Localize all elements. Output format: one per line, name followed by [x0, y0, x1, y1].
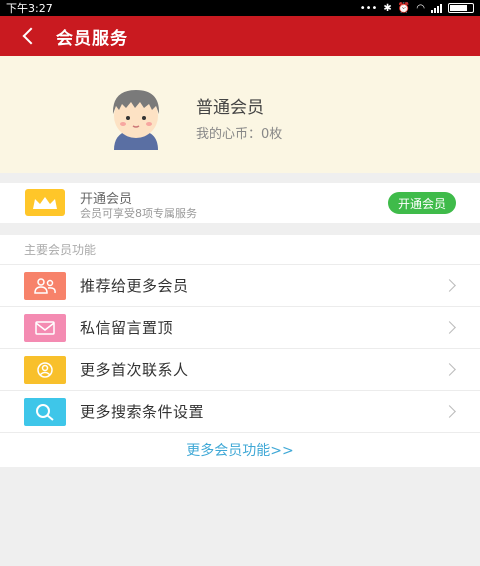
signal-icon: [431, 3, 442, 13]
bluetooth-icon: ✱: [383, 2, 392, 14]
back-arrow-icon: [22, 27, 40, 45]
battery-icon: [448, 3, 474, 13]
open-membership-button[interactable]: 开通会员: [387, 192, 456, 214]
feature-row-recommend[interactable]: 推荐给更多会员: [0, 265, 480, 307]
people-icon: [24, 272, 66, 300]
feature-label: 更多首次联系人: [80, 361, 189, 379]
avatar: [112, 90, 160, 150]
search-icon: [24, 398, 66, 426]
page-title: 会员服务: [56, 28, 128, 49]
chevron-right-icon: [443, 321, 456, 334]
contact-icon: [24, 356, 66, 384]
chevron-right-icon: [443, 405, 456, 418]
crown-icon: [25, 189, 65, 216]
member-level: 普通会员: [196, 98, 264, 118]
feature-label: 推荐给更多会员: [80, 277, 189, 295]
divider: [0, 223, 480, 235]
status-icons: ••• ✱ ⏰ ◠: [360, 3, 474, 14]
feature-row-search[interactable]: 更多搜索条件设置: [0, 391, 480, 433]
envelope-icon: [24, 314, 66, 342]
chevron-right-icon: [443, 279, 456, 292]
chevron-right-icon: [443, 363, 456, 376]
feature-row-contacts[interactable]: 更多首次联系人: [0, 349, 480, 391]
more-dots-icon: •••: [359, 2, 378, 14]
feature-label: 私信留言置顶: [80, 319, 174, 337]
back-button[interactable]: [0, 16, 56, 56]
open-membership-subtitle: 会员可享受8项专属服务: [80, 207, 197, 220]
feature-row-message-pin[interactable]: 私信留言置顶: [0, 307, 480, 349]
status-time: 下午3:27: [6, 2, 53, 15]
open-membership-row[interactable]: 开通会员 会员可享受8项专属服务 开通会员: [0, 183, 480, 223]
app-bar: 会员服务: [0, 16, 480, 56]
profile-card: 普通会员 我的心币：0枚: [0, 56, 480, 173]
more-features-link[interactable]: 更多会员功能>>: [0, 433, 480, 467]
feature-label: 更多搜索条件设置: [80, 403, 205, 421]
alarm-icon: ⏰: [397, 2, 411, 14]
section-header: 主要会员功能: [0, 235, 480, 265]
wifi-icon: ◠: [416, 2, 425, 14]
features-section: 主要会员功能 推荐给更多会员 私信留言置顶 更多首次联系人 更多搜索条件设置 更…: [0, 235, 480, 467]
divider: [0, 173, 480, 183]
status-bar: 下午3:27 ••• ✱ ⏰ ◠: [0, 0, 480, 16]
coin-balance: 我的心币：0枚: [196, 127, 283, 142]
